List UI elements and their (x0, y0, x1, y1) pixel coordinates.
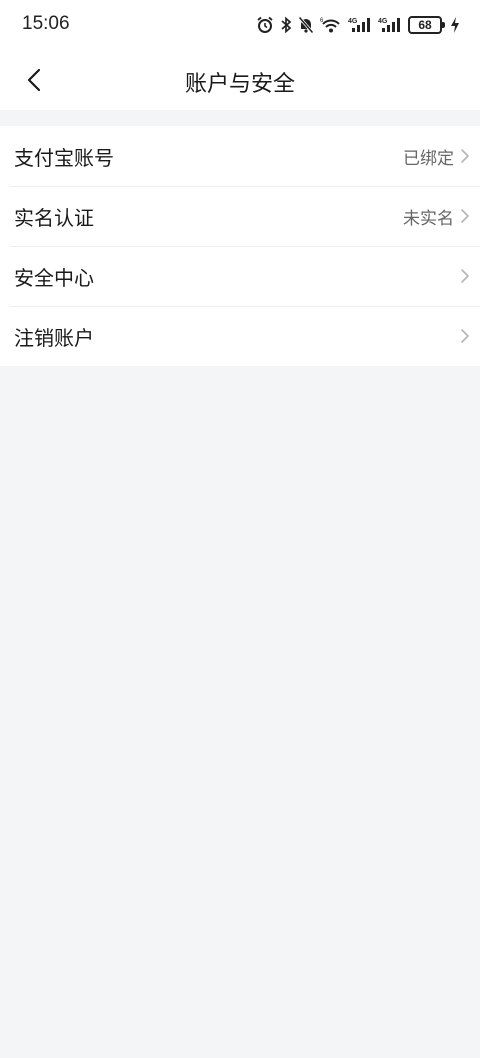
list-item-real-name[interactable]: 实名认证 未实名 (0, 186, 480, 246)
list-item-close-account[interactable]: 注销账户 (0, 306, 480, 366)
wifi-icon: 6 (320, 18, 340, 33)
item-label: 注销账户 (14, 325, 94, 350)
alarm-icon (257, 16, 273, 33)
chevron-right-icon (461, 149, 469, 163)
bluetooth-icon (281, 16, 292, 34)
page-title: 账户与安全 (184, 72, 295, 97)
svg-text:4G: 4G (348, 18, 358, 25)
item-label: 实名认证 (14, 205, 94, 230)
item-label: 安全中心 (14, 265, 94, 290)
item-status: 未实名 (403, 208, 454, 229)
item-label: 支付宝账号 (14, 145, 114, 170)
list-item-alipay-account[interactable]: 支付宝账号 已绑定 (0, 126, 480, 186)
item-status: 已绑定 (403, 148, 454, 169)
status-bar: 15:06 6 4G 4G 68 (0, 0, 480, 50)
svg-text:4G: 4G (378, 18, 388, 25)
signal-4g-icon: 4G (348, 18, 370, 32)
mute-icon (298, 16, 314, 34)
chevron-right-icon (461, 329, 469, 343)
charging-icon (451, 17, 459, 33)
chevron-right-icon (461, 269, 469, 283)
signal-4g-icon: 4G (378, 18, 400, 32)
nav-bar: 账户与安全 (0, 50, 480, 110)
list-item-security-center[interactable]: 安全中心 (0, 246, 480, 306)
status-icons: 6 4G 4G 68 (256, 14, 460, 36)
settings-list: 支付宝账号 已绑定 实名认证 未实名 安全中心 注销账户 (0, 126, 480, 366)
status-time: 15:06 (22, 13, 70, 34)
battery-icon: 68 (408, 16, 445, 34)
chevron-right-icon (461, 209, 469, 223)
